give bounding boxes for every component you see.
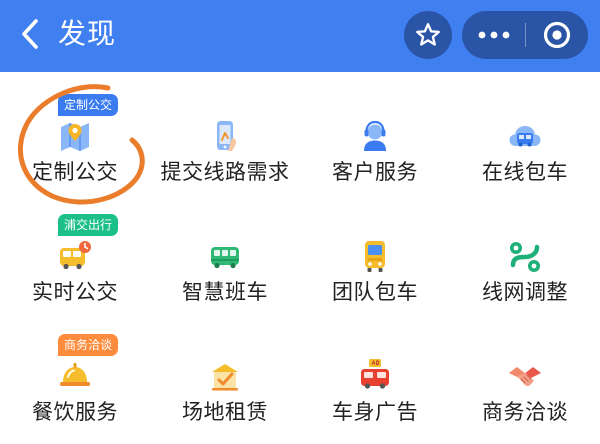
- service-label: 客户服务: [332, 160, 418, 184]
- service-label: 场地租赁: [182, 400, 268, 424]
- service-item-team-charter[interactable]: 团队包车: [300, 192, 450, 312]
- service-label: 车身广告: [332, 400, 418, 424]
- venue-icon: [212, 364, 238, 391]
- service-label: 商务洽谈: [482, 400, 568, 424]
- service-label: 提交线路需求: [160, 160, 290, 184]
- service-item-dining[interactable]: 商务洽谈 餐饮服务: [0, 312, 150, 432]
- dining-icon: [60, 363, 90, 386]
- service-label: 定制公交: [32, 160, 118, 184]
- bus-ad-icon: [361, 359, 389, 389]
- service-item-customer-service[interactable]: 客户服务: [300, 72, 450, 192]
- service-label: 实时公交: [32, 280, 118, 304]
- phone-route-icon: [217, 121, 236, 151]
- route-map-icon: [510, 242, 540, 272]
- page-title: 发现: [58, 17, 117, 50]
- handshake-icon: [509, 367, 541, 387]
- service-item-realtime-bus[interactable]: 浦交出行 实时公交: [0, 192, 150, 312]
- back-button[interactable]: [10, 14, 50, 54]
- shuttle-bus-icon: [211, 247, 239, 269]
- service-label: 餐饮服务: [32, 400, 118, 424]
- favorite-button[interactable]: [404, 11, 452, 59]
- service-label: 在线包车: [482, 160, 568, 184]
- service-label: 智慧班车: [182, 280, 268, 304]
- more-dots-icon: [478, 31, 509, 39]
- service-item-venue-rental[interactable]: 场地租赁: [150, 312, 300, 432]
- chevron-left-icon: [22, 19, 38, 49]
- team-bus-icon: [365, 241, 385, 272]
- service-item-bus-advertising[interactable]: 车身广告: [300, 312, 450, 432]
- service-badge: 浦交出行: [58, 214, 119, 236]
- app-header: 发现: [0, 0, 600, 72]
- service-label: 线网调整: [482, 280, 568, 304]
- close-button[interactable]: [526, 11, 588, 59]
- close-circle-icon: [543, 21, 571, 49]
- service-item-route-request[interactable]: 提交线路需求: [150, 72, 300, 192]
- bus-map-icon: [61, 123, 89, 151]
- star-icon: [416, 23, 440, 46]
- service-badge: 定制公交: [58, 94, 119, 116]
- realtime-bus-icon: [60, 241, 91, 270]
- service-item-custom-bus[interactable]: 定制公交 定制公交: [0, 72, 150, 192]
- more-button[interactable]: [462, 11, 525, 59]
- service-label: 团队包车: [332, 280, 418, 304]
- menu-capsule: [462, 11, 588, 59]
- service-item-smart-shuttle[interactable]: 智慧班车: [150, 192, 300, 312]
- service-item-route-network[interactable]: 线网调整: [450, 192, 600, 312]
- customer-service-icon: [364, 120, 386, 151]
- service-badge: 商务洽谈: [58, 334, 119, 356]
- service-item-business-talks[interactable]: 商务洽谈: [450, 312, 600, 432]
- service-item-online-charter[interactable]: 在线包车: [450, 72, 600, 192]
- service-grid: 定制公交 定制公交 提交线路需求 客户服务 在线包车 浦交出行 实时公交 智慧班…: [0, 72, 600, 444]
- cloud-bus-icon: [509, 126, 541, 147]
